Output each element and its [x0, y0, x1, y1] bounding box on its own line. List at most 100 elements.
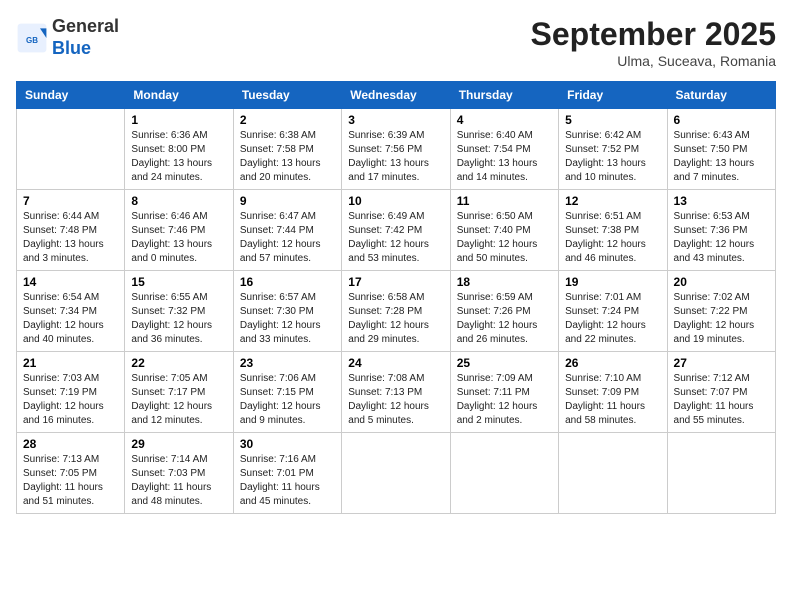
- month-title: September 2025: [531, 16, 776, 53]
- day-info: Sunrise: 6:53 AM Sunset: 7:36 PM Dayligh…: [674, 210, 769, 266]
- calendar-cell: 29Sunrise: 7:14 AM Sunset: 7:03 PM Dayli…: [125, 433, 233, 514]
- day-info: Sunrise: 6:54 AM Sunset: 7:34 PM Dayligh…: [23, 291, 118, 347]
- day-number: 14: [23, 275, 118, 289]
- day-info: Sunrise: 6:55 AM Sunset: 7:32 PM Dayligh…: [131, 291, 226, 347]
- calendar-header-saturday: Saturday: [667, 82, 775, 109]
- day-number: 26: [565, 356, 660, 370]
- day-info: Sunrise: 6:38 AM Sunset: 7:58 PM Dayligh…: [240, 129, 335, 185]
- day-number: 15: [131, 275, 226, 289]
- calendar-cell: 21 Sunrise: 7:03 AM Sunset: 7:19 PM Dayli…: [17, 352, 125, 433]
- calendar-cell: 11 Sunrise: 6:50 AM Sunset: 7:40 PM Dayli…: [450, 190, 558, 271]
- day-number: 27: [674, 356, 769, 370]
- day-number: 10: [348, 194, 443, 208]
- calendar-cell: 12Sunrise: 6:51 AM Sunset: 7:38 PM Dayli…: [559, 190, 667, 271]
- day-number: 2: [240, 113, 335, 127]
- day-number: 13: [674, 194, 769, 208]
- calendar-cell: 8 Sunrise: 6:46 AM Sunset: 7:46 PM Daylig…: [125, 190, 233, 271]
- day-info: Sunrise: 7:16 AM Sunset: 7:01 PM Dayligh…: [240, 453, 335, 509]
- day-number: 23: [240, 356, 335, 370]
- day-number: 6: [674, 113, 769, 127]
- day-info: Sunrise: 6:46 AM Sunset: 7:46 PM Dayligh…: [131, 210, 226, 266]
- calendar-cell: 30 Sunrise: 7:16 AM Sunset: 7:01 PM Dayli…: [233, 433, 341, 514]
- day-number: 9: [240, 194, 335, 208]
- calendar-cell: 13 Sunrise: 6:53 AM Sunset: 7:36 PM Dayli…: [667, 190, 775, 271]
- calendar-cell: 24Sunrise: 7:08 AM Sunset: 7:13 PM Dayli…: [342, 352, 450, 433]
- calendar-cell: 23 Sunrise: 7:06 AM Sunset: 7:15 PM Dayli…: [233, 352, 341, 433]
- calendar-cell: 19 Sunrise: 7:01 AM Sunset: 7:24 PM Dayli…: [559, 271, 667, 352]
- week-row-4: 21 Sunrise: 7:03 AM Sunset: 7:19 PM Dayli…: [17, 352, 776, 433]
- location: Ulma, Suceava, Romania: [531, 53, 776, 69]
- calendar-cell: 27 Sunrise: 7:12 AM Sunset: 7:07 PM Dayli…: [667, 352, 775, 433]
- day-info: Sunrise: 7:09 AM Sunset: 7:11 PM Dayligh…: [457, 372, 552, 428]
- calendar-cell: 25 Sunrise: 7:09 AM Sunset: 7:11 PM Dayli…: [450, 352, 558, 433]
- calendar-cell: 7Sunrise: 6:44 AM Sunset: 7:48 PM Daylig…: [17, 190, 125, 271]
- day-info: Sunrise: 6:50 AM Sunset: 7:40 PM Dayligh…: [457, 210, 552, 266]
- page-header: GB General Blue September 2025 Ulma, Suc…: [16, 16, 776, 69]
- calendar-cell: 17Sunrise: 6:58 AM Sunset: 7:28 PM Dayli…: [342, 271, 450, 352]
- day-info: Sunrise: 6:36 AM Sunset: 8:00 PM Dayligh…: [131, 129, 226, 185]
- calendar-header-sunday: Sunday: [17, 82, 125, 109]
- calendar-cell: 6 Sunrise: 6:43 AM Sunset: 7:50 PM Daylig…: [667, 109, 775, 190]
- calendar-cell: [559, 433, 667, 514]
- calendar-cell: 16 Sunrise: 6:57 AM Sunset: 7:30 PM Dayli…: [233, 271, 341, 352]
- day-number: 3: [348, 113, 443, 127]
- day-number: 29: [131, 437, 226, 451]
- calendar-header-row: SundayMondayTuesdayWednesdayThursdayFrid…: [17, 82, 776, 109]
- day-number: 5: [565, 113, 660, 127]
- day-info: Sunrise: 7:06 AM Sunset: 7:15 PM Dayligh…: [240, 372, 335, 428]
- day-info: Sunrise: 6:57 AM Sunset: 7:30 PM Dayligh…: [240, 291, 335, 347]
- week-row-5: 28 Sunrise: 7:13 AM Sunset: 7:05 PM Dayli…: [17, 433, 776, 514]
- day-number: 17: [348, 275, 443, 289]
- day-number: 1: [131, 113, 226, 127]
- day-info: Sunrise: 7:13 AM Sunset: 7:05 PM Dayligh…: [23, 453, 118, 509]
- day-number: 28: [23, 437, 118, 451]
- logo-icon: GB: [16, 22, 48, 54]
- day-info: Sunrise: 6:43 AM Sunset: 7:50 PM Dayligh…: [674, 129, 769, 185]
- calendar-table: SundayMondayTuesdayWednesdayThursdayFrid…: [16, 81, 776, 514]
- calendar-header-thursday: Thursday: [450, 82, 558, 109]
- day-number: 12: [565, 194, 660, 208]
- logo-text: General Blue: [52, 16, 119, 59]
- day-number: 11: [457, 194, 552, 208]
- day-number: 25: [457, 356, 552, 370]
- day-info: Sunrise: 6:59 AM Sunset: 7:26 PM Dayligh…: [457, 291, 552, 347]
- calendar-header-wednesday: Wednesday: [342, 82, 450, 109]
- calendar-cell: 28 Sunrise: 7:13 AM Sunset: 7:05 PM Dayli…: [17, 433, 125, 514]
- day-info: Sunrise: 7:02 AM Sunset: 7:22 PM Dayligh…: [674, 291, 769, 347]
- calendar-cell: 10 Sunrise: 6:49 AM Sunset: 7:42 PM Dayli…: [342, 190, 450, 271]
- calendar-cell: 5 Sunrise: 6:42 AM Sunset: 7:52 PM Daylig…: [559, 109, 667, 190]
- day-info: Sunrise: 7:12 AM Sunset: 7:07 PM Dayligh…: [674, 372, 769, 428]
- day-info: Sunrise: 6:49 AM Sunset: 7:42 PM Dayligh…: [348, 210, 443, 266]
- week-row-3: 14 Sunrise: 6:54 AM Sunset: 7:34 PM Dayli…: [17, 271, 776, 352]
- calendar-cell: 15 Sunrise: 6:55 AM Sunset: 7:32 PM Dayli…: [125, 271, 233, 352]
- week-row-1: 1 Sunrise: 6:36 AM Sunset: 8:00 PM Daylig…: [17, 109, 776, 190]
- calendar-cell: 1 Sunrise: 6:36 AM Sunset: 8:00 PM Daylig…: [125, 109, 233, 190]
- svg-text:GB: GB: [26, 35, 38, 44]
- day-info: Sunrise: 7:05 AM Sunset: 7:17 PM Dayligh…: [131, 372, 226, 428]
- calendar-cell: 18 Sunrise: 6:59 AM Sunset: 7:26 PM Dayli…: [450, 271, 558, 352]
- day-info: Sunrise: 7:01 AM Sunset: 7:24 PM Dayligh…: [565, 291, 660, 347]
- calendar-cell: 4 Sunrise: 6:40 AM Sunset: 7:54 PM Daylig…: [450, 109, 558, 190]
- day-info: Sunrise: 6:40 AM Sunset: 7:54 PM Dayligh…: [457, 129, 552, 185]
- day-number: 18: [457, 275, 552, 289]
- day-number: 7: [23, 194, 118, 208]
- day-number: 20: [674, 275, 769, 289]
- day-number: 21: [23, 356, 118, 370]
- day-number: 4: [457, 113, 552, 127]
- day-info: Sunrise: 7:10 AM Sunset: 7:09 PM Dayligh…: [565, 372, 660, 428]
- day-info: Sunrise: 6:39 AM Sunset: 7:56 PM Dayligh…: [348, 129, 443, 185]
- calendar-cell: 2 Sunrise: 6:38 AM Sunset: 7:58 PM Daylig…: [233, 109, 341, 190]
- calendar-cell: 26 Sunrise: 7:10 AM Sunset: 7:09 PM Dayli…: [559, 352, 667, 433]
- calendar-cell: 22Sunrise: 7:05 AM Sunset: 7:17 PM Dayli…: [125, 352, 233, 433]
- day-number: 30: [240, 437, 335, 451]
- logo: GB General Blue: [16, 16, 119, 59]
- calendar-cell: 3 Sunrise: 6:39 AM Sunset: 7:56 PM Daylig…: [342, 109, 450, 190]
- calendar-cell: [667, 433, 775, 514]
- day-number: 16: [240, 275, 335, 289]
- calendar-cell: 14 Sunrise: 6:54 AM Sunset: 7:34 PM Dayli…: [17, 271, 125, 352]
- calendar-header-tuesday: Tuesday: [233, 82, 341, 109]
- day-info: Sunrise: 6:42 AM Sunset: 7:52 PM Dayligh…: [565, 129, 660, 185]
- day-number: 8: [131, 194, 226, 208]
- day-number: 19: [565, 275, 660, 289]
- day-info: Sunrise: 7:03 AM Sunset: 7:19 PM Dayligh…: [23, 372, 118, 428]
